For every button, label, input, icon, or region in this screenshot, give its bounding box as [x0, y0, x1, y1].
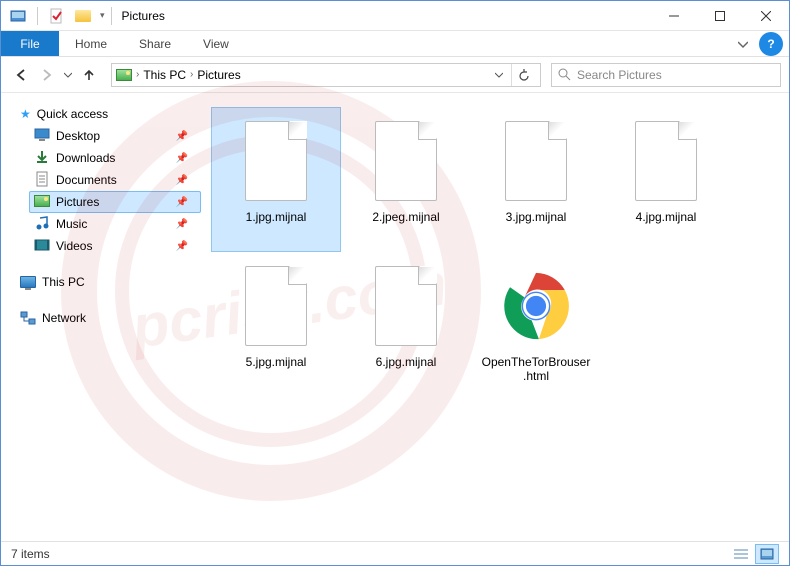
sidebar-item-music[interactable]: Music 📌 — [29, 213, 201, 235]
chevron-right-icon[interactable]: › — [136, 69, 139, 80]
pin-icon: 📌 — [176, 131, 188, 142]
window-title: Pictures — [122, 9, 165, 23]
this-pc-label: This PC — [42, 275, 85, 289]
blank-file-icon — [375, 121, 437, 201]
file-item[interactable]: 1.jpg.mijnal — [211, 107, 341, 252]
sidebar-item-label: Downloads — [56, 151, 115, 165]
item-count: 7 items — [11, 547, 50, 561]
sidebar-item-label: Desktop — [56, 129, 100, 143]
file-name: 2.jpeg.mijnal — [372, 210, 439, 224]
status-bar: 7 items — [1, 541, 789, 565]
blank-file-icon — [245, 121, 307, 201]
file-name: 6.jpg.mijnal — [376, 355, 437, 369]
recent-dropdown-icon[interactable] — [61, 63, 75, 87]
blank-file-icon — [635, 121, 697, 201]
qat-dropdown-icon[interactable]: ▾ — [98, 10, 107, 21]
blank-file-icon — [375, 266, 437, 346]
computer-icon — [20, 276, 36, 288]
close-button[interactable] — [743, 1, 789, 31]
sidebar-item-desktop[interactable]: Desktop 📌 — [29, 125, 201, 147]
search-input[interactable] — [577, 68, 774, 82]
refresh-button[interactable] — [511, 64, 536, 86]
title-bar: ▾ Pictures — [1, 1, 789, 31]
help-button[interactable]: ? — [759, 32, 783, 56]
sidebar-item-videos[interactable]: Videos 📌 — [29, 235, 201, 257]
pin-icon: 📌 — [176, 241, 188, 252]
minimize-button[interactable] — [651, 1, 697, 31]
file-name: 1.jpg.mijnal — [246, 210, 307, 224]
chrome-icon — [500, 267, 572, 345]
maximize-button[interactable] — [697, 1, 743, 31]
files-area[interactable]: 1.jpg.mijnal 2.jpeg.mijnal 3.jpg.mijnal 4.j… — [201, 93, 789, 543]
details-view-button[interactable] — [729, 544, 753, 564]
pin-icon: 📌 — [176, 219, 188, 230]
sidebar-item-label: Videos — [56, 239, 92, 253]
downloads-icon — [34, 149, 50, 168]
search-box[interactable] — [551, 63, 781, 87]
forward-button[interactable] — [35, 63, 59, 87]
star-icon: ★ — [20, 107, 31, 121]
sidebar-item-pictures[interactable]: Pictures 📌 — [29, 191, 201, 213]
navigation-pane: ★ Quick access Desktop📌Downloads📌Documen… — [1, 93, 201, 543]
videos-icon — [34, 237, 50, 256]
quick-access-header[interactable]: ★ Quick access — [15, 103, 201, 125]
music-icon — [34, 215, 50, 234]
qat-new-folder-icon[interactable] — [72, 5, 94, 27]
up-button[interactable] — [77, 63, 101, 87]
file-item[interactable]: 3.jpg.mijnal — [471, 107, 601, 252]
blank-file-icon — [245, 266, 307, 346]
sidebar-item-label: Music — [56, 217, 87, 231]
pin-icon: 📌 — [176, 175, 188, 186]
blank-file-icon — [505, 121, 567, 201]
folder-type-icon — [116, 69, 132, 81]
pin-icon: 📌 — [176, 197, 188, 208]
search-icon — [558, 68, 571, 81]
this-pc-item[interactable]: This PC — [15, 271, 201, 293]
chevron-right-icon[interactable]: › — [190, 69, 193, 80]
pin-icon: 📌 — [176, 153, 188, 164]
ribbon: File Home Share View ? — [1, 31, 789, 57]
network-item[interactable]: Network — [15, 307, 201, 329]
address-bar[interactable]: › This PC › Pictures — [111, 63, 541, 87]
quick-access-label: Quick access — [37, 107, 108, 121]
back-button[interactable] — [9, 63, 33, 87]
tab-share[interactable]: Share — [123, 31, 187, 56]
breadcrumb-current[interactable]: Pictures — [197, 68, 240, 82]
network-icon — [20, 310, 36, 326]
thumbnails-view-button[interactable] — [755, 544, 779, 564]
qat-properties-icon[interactable] — [46, 5, 68, 27]
address-dropdown-icon[interactable] — [491, 68, 507, 82]
tab-view[interactable]: View — [187, 31, 245, 56]
file-item[interactable]: 5.jpg.mijnal — [211, 252, 341, 397]
file-name: OpenTheTorBrouser.html — [481, 355, 591, 384]
file-item[interactable]: 6.jpg.mijnal — [341, 252, 471, 397]
sidebar-item-label: Documents — [56, 173, 117, 187]
tab-home[interactable]: Home — [59, 31, 123, 56]
sidebar-item-downloads[interactable]: Downloads 📌 — [29, 147, 201, 169]
file-item[interactable]: 4.jpg.mijnal — [601, 107, 731, 252]
breadcrumb-root[interactable]: This PC — [143, 68, 186, 82]
file-tab[interactable]: File — [1, 31, 59, 56]
desktop-icon — [34, 127, 50, 146]
sidebar-item-documents[interactable]: Documents 📌 — [29, 169, 201, 191]
navigation-bar: › This PC › Pictures — [1, 57, 789, 93]
pictures-icon — [34, 195, 50, 210]
sidebar-item-label: Pictures — [56, 195, 99, 209]
file-item[interactable]: OpenTheTorBrouser.html — [471, 252, 601, 397]
file-name: 5.jpg.mijnal — [246, 355, 307, 369]
qat-app-icon[interactable] — [7, 5, 29, 27]
ribbon-expand-icon[interactable] — [729, 31, 757, 56]
network-label: Network — [42, 311, 86, 325]
file-item[interactable]: 2.jpeg.mijnal — [341, 107, 471, 252]
file-name: 3.jpg.mijnal — [506, 210, 567, 224]
documents-icon — [34, 171, 50, 190]
file-name: 4.jpg.mijnal — [636, 210, 697, 224]
